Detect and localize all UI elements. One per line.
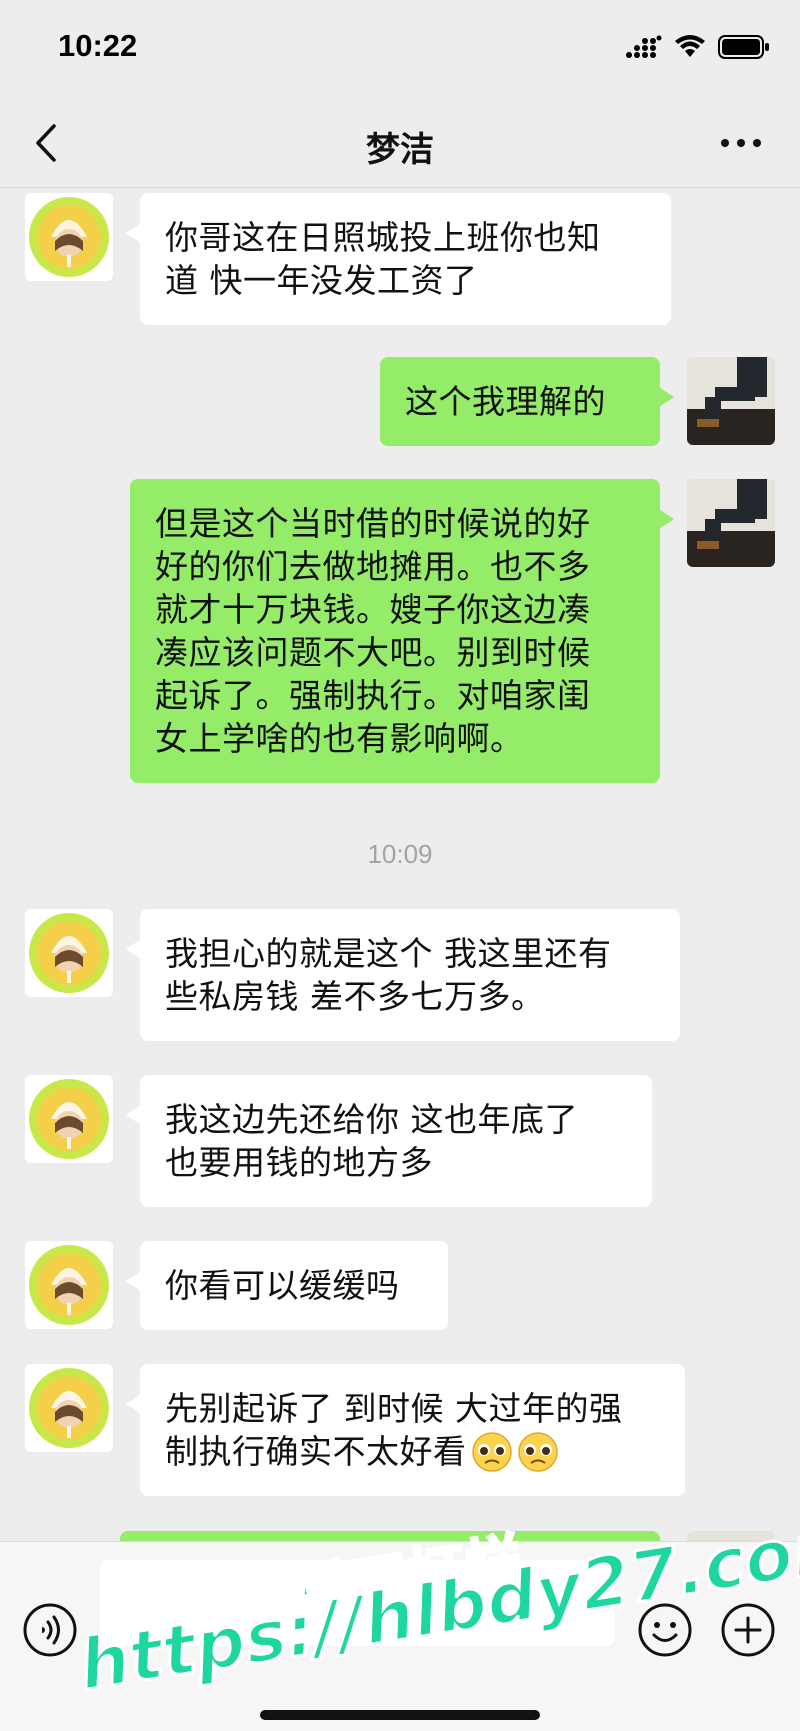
contact-avatar[interactable] [25, 193, 113, 281]
avatar-image [25, 193, 113, 281]
message-row: 你哥这在日照城投上班你也知 道 快一年没发工资了 [0, 193, 800, 325]
emoji-button[interactable] [637, 1602, 693, 1658]
status-icons [626, 34, 770, 60]
more-dots-icon [721, 139, 761, 147]
message-row: 这个我理解的 [0, 357, 800, 447]
message-bubble[interactable] [120, 1531, 660, 1541]
message-text: 你看可以缓缓吗 [165, 1266, 400, 1305]
message-text-with-emoji: 制执行确实不太好看 [165, 1430, 660, 1473]
nav-bar: 梦洁 [0, 100, 800, 188]
message-text: 我担心的就是这个 我这里还有 [165, 934, 612, 973]
message-input[interactable] [100, 1560, 615, 1646]
plus-icon [721, 1603, 775, 1657]
emoji-icon [638, 1603, 692, 1657]
pleading-face-emoji [517, 1431, 558, 1472]
home-indicator [260, 1710, 540, 1720]
message-text: 但是这个当时借的时候说的好 [155, 504, 591, 543]
message-text: 凑应该问题不大吧。别到时候 [155, 633, 591, 672]
message-row: 我这边先还给你 这也年底了 也要用钱的地方多 [0, 1075, 800, 1207]
message-text: 你哥这在日照城投上班你也知 [165, 218, 601, 257]
contact-avatar[interactable] [25, 1364, 113, 1452]
avatar-image [687, 357, 775, 445]
message-bubble[interactable]: 但是这个当时借的时候说的好 好的你们去做地摊用。也不多 就才十万块钱。嫂子你这边… [130, 479, 674, 783]
message-text: 也要用钱的地方多 [165, 1143, 433, 1182]
message-bubble[interactable]: 我担心的就是这个 我这里还有 些私房钱 差不多七万多。 [126, 909, 680, 1041]
status-bar: 10:22 [0, 0, 800, 100]
message-bubble[interactable]: 我这边先还给你 这也年底了 也要用钱的地方多 [126, 1075, 652, 1207]
message-text: 先别起诉了 到时候 大过年的强 [165, 1389, 623, 1428]
avatar-image [25, 1075, 113, 1163]
message-text: 这个我理解的 [405, 382, 606, 421]
pleading-face-emoji [471, 1431, 512, 1472]
my-avatar[interactable] [687, 1531, 775, 1541]
message-bubble[interactable]: 这个我理解的 [380, 357, 674, 446]
input-bar [0, 1541, 800, 1731]
message-text: 道 快一年没发工资了 [165, 261, 478, 300]
message-text: 些私房钱 差不多七万多。 [165, 977, 545, 1016]
message-row-partial [0, 1531, 800, 1541]
wifi-icon [675, 35, 705, 57]
message-row: 我担心的就是这个 我这里还有 些私房钱 差不多七万多。 [0, 909, 800, 1041]
voice-icon [23, 1603, 77, 1657]
message-row: 先别起诉了 到时候 大过年的强 制执行确实不太好看 [0, 1364, 800, 1504]
status-time: 10:22 [58, 28, 138, 63]
message-text: 制执行确实不太好看 [165, 1432, 467, 1471]
message-row: 但是这个当时借的时候说的好 好的你们去做地摊用。也不多 就才十万块钱。嫂子你这边… [0, 479, 800, 783]
message-text: 就才十万块钱。嫂子你这边凑 [155, 590, 591, 629]
avatar-image [687, 479, 775, 567]
chat-title: 梦洁 [366, 130, 434, 170]
message-bubble[interactable]: 你哥这在日照城投上班你也知 道 快一年没发工资了 [126, 193, 671, 325]
contact-avatar[interactable] [25, 909, 113, 997]
chat-area[interactable]: 你哥这在日照城投上班你也知 道 快一年没发工资了 这个我理解的 但是这个当时借的… [0, 189, 800, 1541]
message-text: 起诉了。强制执行。对咱家闺 [155, 676, 591, 715]
avatar-image [25, 1241, 113, 1329]
message-text: 女上学啥的也有影响啊。 [155, 719, 524, 758]
contact-avatar[interactable] [25, 1241, 113, 1329]
my-avatar[interactable] [687, 357, 775, 445]
message-text: 我这边先还给你 这也年底了 [165, 1100, 578, 1139]
voice-button[interactable] [22, 1602, 78, 1658]
more-button[interactable] [720, 134, 762, 153]
message-bubble[interactable]: 你看可以缓缓吗 [126, 1241, 448, 1330]
my-avatar[interactable] [687, 479, 775, 567]
plus-button[interactable] [720, 1602, 776, 1658]
message-text: 好的你们去做地摊用。也不多 [155, 547, 591, 586]
avatar-image [25, 1364, 113, 1452]
avatar-image [25, 909, 113, 997]
message-row: 你看可以缓缓吗 [0, 1241, 800, 1331]
message-bubble[interactable]: 先别起诉了 到时候 大过年的强 制执行确实不太好看 [126, 1364, 685, 1496]
battery-icon [718, 35, 769, 59]
chat-timestamp: 10:09 [367, 839, 433, 869]
signal-icon [626, 35, 662, 58]
contact-avatar[interactable] [25, 1075, 113, 1163]
